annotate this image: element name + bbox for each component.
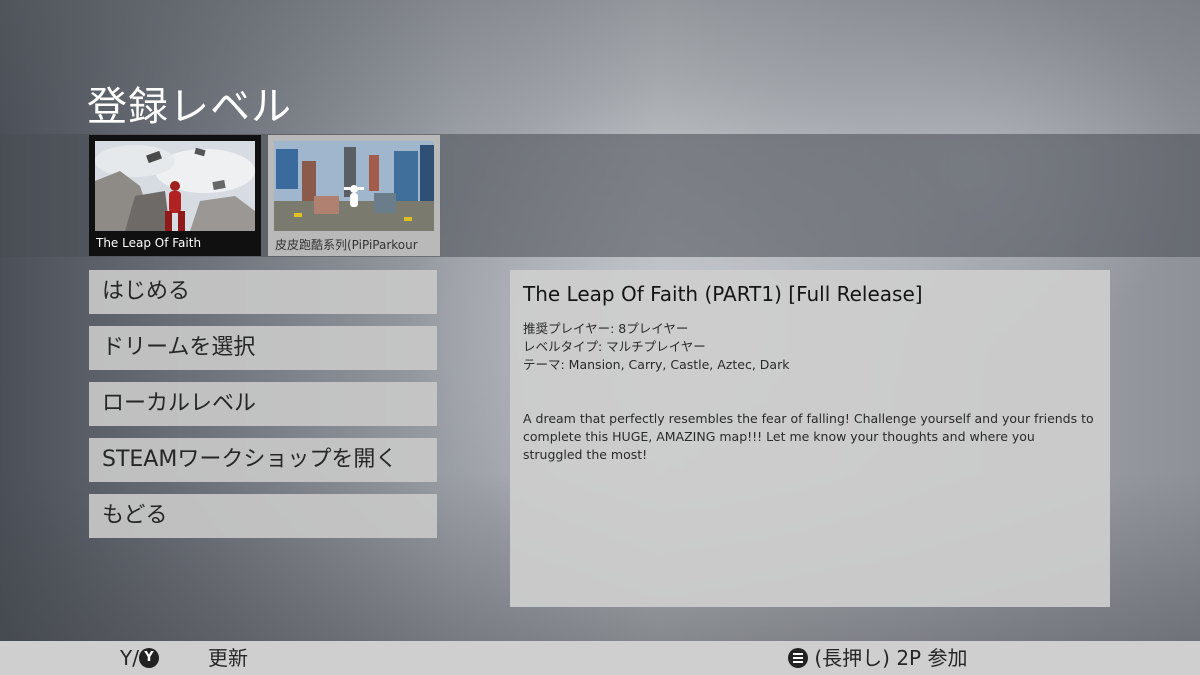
start-button[interactable]: はじめる [89, 270, 437, 314]
level-details-panel: The Leap Of Faith (PART1) [Full Release]… [510, 270, 1110, 607]
level-description: A dream that perfectly resembles the fea… [523, 411, 1094, 462]
level-type: レベルタイプ: マルチプレイヤー [523, 339, 706, 354]
level-thumbnail-caption: 皮皮跑酷系列(PiPiParkour [275, 238, 418, 252]
join-2p-hint[interactable]: (長押し) 2P 参加 [788, 641, 967, 675]
level-theme: テーマ: Mansion, Carry, Castle, Aztec, Dark [523, 357, 790, 372]
footer-bar: Y/Y 更新 (長押し) 2P 参加 [0, 641, 1200, 675]
level-thumbnail-image [95, 141, 255, 231]
refresh-hint[interactable]: Y/Y [120, 641, 159, 675]
level-recommended-players: 推奨プレイヤー: 8プレイヤー [523, 321, 689, 336]
page-title: 登録レベル [87, 84, 292, 130]
back-button[interactable]: もどる [89, 494, 437, 538]
level-thumbnail-pipiparkour[interactable]: 皮皮跑酷系列(PiPiParkour [268, 135, 440, 256]
y-button-icon: Y [138, 647, 159, 668]
level-details-title: The Leap Of Faith (PART1) [Full Release] [523, 282, 923, 306]
level-thumbnail-image [274, 141, 434, 231]
refresh-key-text: Y/ [120, 646, 139, 670]
steam-workshop-button[interactable]: STEAMワークショップを開く [89, 438, 437, 482]
local-level-button[interactable]: ローカルレベル [89, 382, 437, 426]
join-2p-label: (長押し) 2P 参加 [814, 646, 968, 670]
refresh-label: 更新 [208, 646, 248, 670]
select-dream-button[interactable]: ドリームを選択 [89, 326, 437, 370]
level-thumbnail-caption: The Leap Of Faith [96, 236, 202, 250]
menu-button-icon [788, 647, 808, 668]
level-thumbnail-leap-of-faith[interactable]: The Leap Of Faith [89, 135, 261, 256]
